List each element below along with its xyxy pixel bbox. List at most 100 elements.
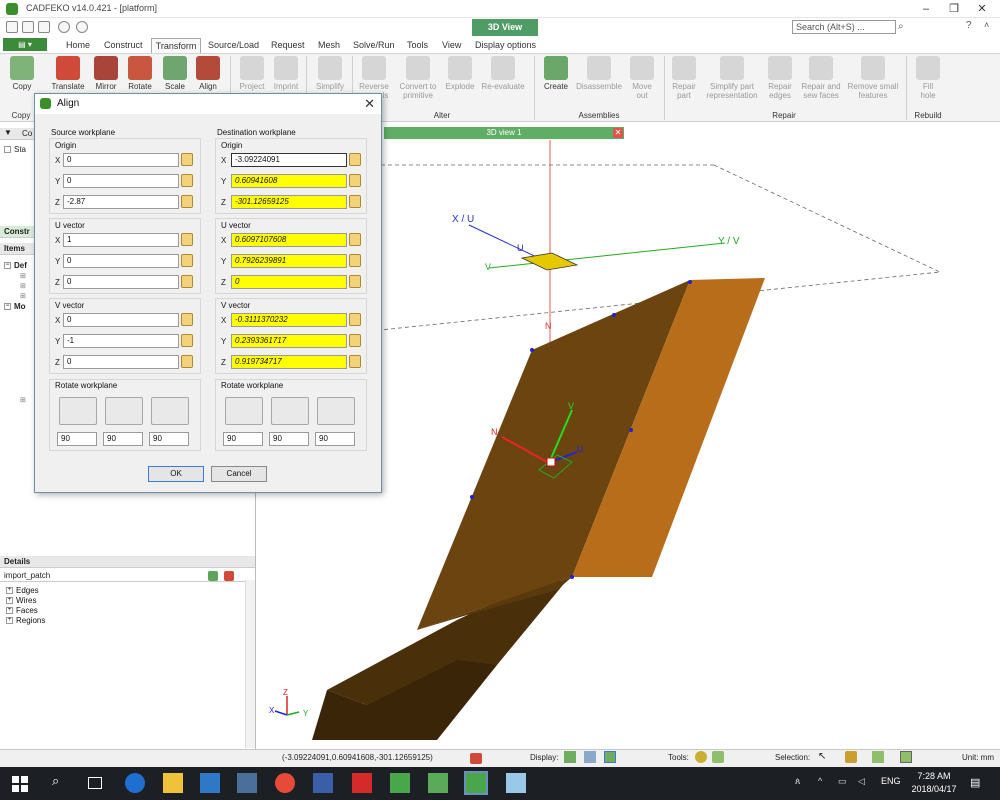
dest-rotate-n-field[interactable]: 90 xyxy=(315,432,355,446)
lock-icon[interactable] xyxy=(349,334,361,347)
save-disk-icon[interactable] xyxy=(313,773,333,793)
dest-rotate-about-n-button[interactable] xyxy=(317,397,355,425)
display-solid-icon[interactable] xyxy=(564,751,576,763)
tab-construct[interactable]: Construct xyxy=(102,38,145,53)
feko-tool-icon[interactable] xyxy=(352,773,372,793)
cancel-button[interactable]: Cancel xyxy=(211,466,267,482)
repair-part-button[interactable]: Repair part xyxy=(664,56,704,100)
select-pointer-icon[interactable]: ↖ xyxy=(818,751,826,762)
collapse-ribbon-icon[interactable]: ˄ xyxy=(984,20,989,30)
tab-home[interactable]: Home xyxy=(64,38,92,53)
rotate-button[interactable]: Rotate xyxy=(120,56,160,91)
move-out-button[interactable]: Move out xyxy=(622,56,662,100)
search-icon[interactable]: ⌕ xyxy=(898,21,910,33)
file-explorer-icon[interactable] xyxy=(163,773,183,793)
tree-item-model[interactable]: − Mo xyxy=(4,302,26,311)
translate-button[interactable]: Translate xyxy=(48,56,88,91)
notifications-icon[interactable]: ▤ xyxy=(970,776,980,789)
lock-icon[interactable] xyxy=(349,174,361,187)
lock-icon[interactable] xyxy=(349,195,361,208)
select-filter-icon[interactable] xyxy=(900,751,912,763)
clock-time[interactable]: 7:28 AM xyxy=(912,771,956,781)
pin-icon[interactable] xyxy=(208,571,218,581)
tab-request[interactable]: Request xyxy=(269,38,307,53)
ok-button[interactable]: OK xyxy=(148,466,204,482)
model-tree-item[interactable]: Sta xyxy=(4,145,26,154)
details-item-wires[interactable]: + Wires xyxy=(6,596,36,606)
re-evaluate-button[interactable]: Re-evaluate xyxy=(478,56,528,91)
details-scrollbar[interactable] xyxy=(245,580,255,748)
select-face-icon[interactable] xyxy=(872,751,884,763)
repair-edges-button[interactable]: Repair edges xyxy=(760,56,800,100)
source-v-y-field[interactable]: -1 xyxy=(63,334,179,348)
lock-icon[interactable] xyxy=(181,174,193,187)
new-file-icon[interactable] xyxy=(6,21,18,33)
tab-3d-view-1[interactable]: 3D view 1 xyxy=(384,127,624,139)
lock-icon[interactable] xyxy=(181,334,193,347)
search-input[interactable]: Search (Alt+S) ... xyxy=(792,20,896,34)
tab-tools[interactable]: Tools xyxy=(405,38,430,53)
disassemble-button[interactable]: Disassemble xyxy=(574,56,624,91)
lock-icon[interactable] xyxy=(349,355,361,368)
source-u-x-field[interactable]: 1 xyxy=(63,233,179,247)
source-u-y-field[interactable]: 0 xyxy=(63,254,179,268)
tab-source-load[interactable]: Source/Load xyxy=(206,38,261,53)
snap-icon[interactable] xyxy=(470,753,482,764)
tab-solve-run[interactable]: Solve/Run xyxy=(351,38,397,53)
editfeko-icon[interactable] xyxy=(390,773,410,793)
lock-icon[interactable] xyxy=(349,313,361,326)
source-origin-y-field[interactable]: 0 xyxy=(63,174,179,188)
simplify-button[interactable]: Simplify xyxy=(310,56,350,91)
lock-icon[interactable] xyxy=(181,254,193,267)
lock-icon[interactable] xyxy=(181,233,193,246)
source-rotate-u-field[interactable]: 90 xyxy=(57,432,97,446)
create-assembly-button[interactable]: Create xyxy=(536,56,576,91)
postfeko-icon[interactable] xyxy=(428,773,448,793)
rotate-about-n-button[interactable] xyxy=(151,397,189,425)
align-button[interactable]: Align xyxy=(188,56,228,91)
dest-origin-z-field[interactable]: -301.12659125 xyxy=(231,195,347,209)
cadfeko-taskbar-icon[interactable] xyxy=(464,771,488,795)
dest-u-x-field[interactable]: 0.6097107608 xyxy=(231,233,347,247)
dest-u-z-field[interactable]: 0 xyxy=(231,275,347,289)
remove-small-features-button[interactable]: Remove small features xyxy=(846,56,900,100)
start-button[interactable] xyxy=(12,776,28,792)
minimize-button[interactable]: – xyxy=(912,0,940,18)
lock-icon[interactable] xyxy=(181,355,193,368)
chrome-icon[interactable] xyxy=(275,773,295,793)
lock-icon[interactable] xyxy=(181,153,193,166)
input-language[interactable]: ENG xyxy=(881,776,901,786)
dest-rotate-u-field[interactable]: 90 xyxy=(223,432,263,446)
source-rotate-v-field[interactable]: 90 xyxy=(103,432,143,446)
dest-rotate-about-v-button[interactable] xyxy=(271,397,309,425)
copy-button[interactable]: Copy xyxy=(2,56,42,91)
task-view-icon[interactable] xyxy=(88,777,102,789)
tab-mesh[interactable]: Mesh xyxy=(316,38,342,53)
fill-hole-button[interactable]: Fill hole xyxy=(908,56,948,100)
search-taskbar-icon[interactable]: ⌕ xyxy=(52,773,59,789)
lock-icon[interactable] xyxy=(181,313,193,326)
close-view-icon[interactable]: ✕ xyxy=(613,128,623,138)
open-file-icon[interactable] xyxy=(22,21,34,33)
repair-and-sew-faces-button[interactable]: Repair and sew faces xyxy=(798,56,844,100)
lock-icon[interactable] xyxy=(349,254,361,267)
network-icon[interactable]: ▭ xyxy=(838,776,847,787)
lock-icon[interactable] xyxy=(349,153,361,166)
help-icon[interactable]: ? xyxy=(966,20,972,31)
context-tab-3d-view[interactable]: 3D View xyxy=(472,19,538,36)
tree-item-definitions[interactable]: − Def xyxy=(4,261,27,270)
tray-expand-icon[interactable]: ^ xyxy=(818,776,822,786)
convert-to-primitive-button[interactable]: Convert to primitive xyxy=(396,56,440,100)
dest-u-y-field[interactable]: 0.7926239891 xyxy=(231,254,347,268)
lock-icon[interactable] xyxy=(181,275,193,288)
details-item-edges[interactable]: + Edges xyxy=(6,586,39,596)
clock-date[interactable]: 2018/04/17 xyxy=(906,784,962,794)
display-mesh-icon[interactable] xyxy=(584,751,596,763)
lock-icon[interactable] xyxy=(181,195,193,208)
lock-icon[interactable] xyxy=(349,233,361,246)
save-icon[interactable] xyxy=(38,21,50,33)
tool-point-icon[interactable] xyxy=(712,751,724,763)
source-v-x-field[interactable]: 0 xyxy=(63,313,179,327)
store-icon[interactable] xyxy=(200,773,220,793)
dest-origin-y-field[interactable]: 0.60941608 xyxy=(231,174,347,188)
